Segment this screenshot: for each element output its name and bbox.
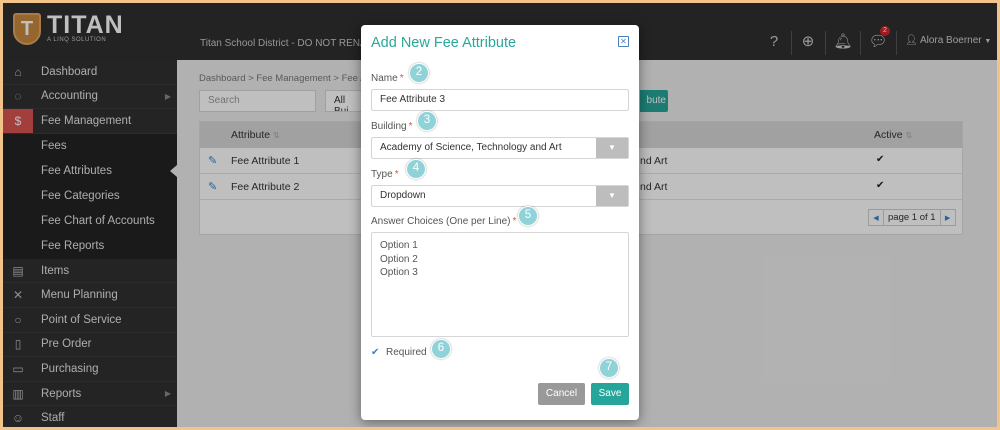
cancel-button[interactable]: Cancel (538, 383, 585, 405)
step-badge: 2 (409, 63, 429, 83)
name-label: Name * (371, 73, 404, 84)
close-icon[interactable]: ✕ (618, 36, 629, 47)
app-window: T TITAN A LINQ SOLUTION Titan School Dis… (3, 3, 997, 427)
dropdown-caret-icon: ▼ (596, 138, 628, 158)
dialog-title: Add New Fee Attribute (371, 35, 517, 51)
answer-choices-label: Answer Choices (One per Line) * (371, 216, 517, 227)
type-label: Type * (371, 169, 399, 180)
add-fee-attribute-dialog: Add New Fee Attribute ✕ Name * Fee Attrib… (361, 25, 639, 420)
step-badge: 3 (417, 111, 437, 131)
building-label: Building * (371, 121, 413, 132)
type-select[interactable]: Dropdown ▼ (371, 185, 629, 207)
dropdown-caret-icon: ▼ (596, 186, 628, 206)
step-badge: 4 (406, 159, 426, 179)
required-checkbox[interactable]: ✔ Required (371, 347, 427, 358)
building-select[interactable]: Academy of Science, Technology and Art ▼ (371, 137, 629, 159)
save-button[interactable]: Save (591, 383, 629, 405)
name-input[interactable]: Fee Attribute 3 (371, 89, 629, 111)
answer-choices-textarea[interactable]: Option 1 Option 2 Option 3 (371, 232, 629, 337)
step-badge: 6 (431, 339, 451, 359)
step-badge: 5 (518, 206, 538, 226)
checkmark-icon: ✔ (371, 346, 380, 358)
step-badge: 7 (599, 358, 619, 378)
